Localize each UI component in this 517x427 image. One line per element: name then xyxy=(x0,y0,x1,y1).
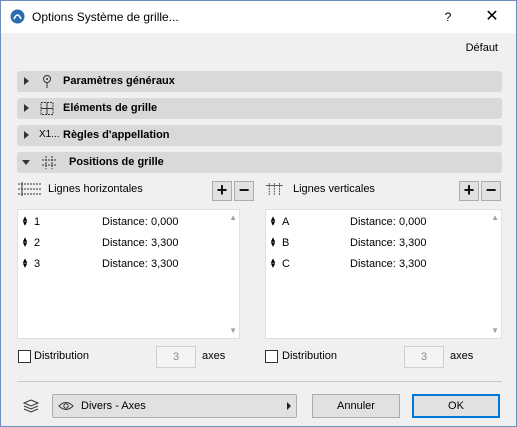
layer-dropdown-value: Divers - Axes xyxy=(81,400,146,412)
section-label: Eléments de grille xyxy=(63,102,158,114)
distance-label: Distance: xyxy=(350,258,396,270)
distance-value[interactable]: 3,300 xyxy=(399,258,427,270)
section-general-parameters[interactable]: Paramètres généraux xyxy=(17,71,502,92)
add-horizontal-line-button[interactable]: + xyxy=(212,181,232,201)
ok-button[interactable]: OK xyxy=(412,394,500,418)
list-item[interactable]: ▴ ▾ A Distance: 0,000 xyxy=(266,212,473,232)
grid-element-icon xyxy=(40,102,54,115)
horizontal-lines-title: Lignes horizontales xyxy=(48,183,143,195)
horizontal-distribution-label: Distribution xyxy=(34,350,90,362)
remove-vertical-line-button[interactable]: − xyxy=(481,181,501,201)
scroll-up-icon[interactable]: ▲ xyxy=(491,213,499,222)
distance-value[interactable]: 0,000 xyxy=(151,216,179,228)
vertical-lines-list[interactable]: ▴ ▾ A Distance: 0,000 ▴ ▾ B Distance: 3,30… xyxy=(265,209,502,339)
vertical-lines-icon xyxy=(265,183,283,195)
line-name: B xyxy=(282,237,290,249)
distance-value[interactable]: 3,300 xyxy=(151,258,179,270)
pin-icon xyxy=(43,75,51,88)
options-dialog: Options Système de grille... ? ✕ Défaut … xyxy=(0,0,517,427)
distance-label: Distance: xyxy=(102,258,148,270)
layers-icon xyxy=(22,399,40,413)
reorder-handle-icon[interactable]: ▴ ▾ xyxy=(21,214,29,228)
add-vertical-line-button[interactable]: + xyxy=(459,181,479,201)
line-name: A xyxy=(282,216,290,228)
reorder-handle-icon[interactable]: ▴ ▾ xyxy=(21,235,29,249)
scroll-down-icon[interactable]: ▼ xyxy=(229,326,237,335)
horizontal-lines-list[interactable]: ▴ ▾ 1 Distance: 0,000 ▴ ▾ 2 Distance: 3,30… xyxy=(17,209,240,339)
vertical-axes-label: axes xyxy=(450,350,474,362)
footer-divider xyxy=(17,381,502,382)
distance-value[interactable]: 3,300 xyxy=(151,237,179,249)
expand-arrow-icon xyxy=(24,77,29,85)
title-bar: Options Système de grille... ? ✕ xyxy=(1,1,516,33)
grid-positions-icon xyxy=(42,156,56,169)
line-name: 1 xyxy=(34,216,41,228)
section-naming-rules[interactable]: X1... Règles d'appellation xyxy=(17,125,502,146)
section-label: Positions de grille xyxy=(69,156,164,168)
line-name: C xyxy=(282,258,290,270)
help-button[interactable]: ? xyxy=(433,5,463,29)
section-label: Paramètres généraux xyxy=(63,75,175,87)
horizontal-axes-label: axes xyxy=(202,350,226,362)
cancel-button[interactable]: Annuler xyxy=(312,394,400,418)
section-label: Règles d'appellation xyxy=(63,129,170,141)
distance-label: Distance: xyxy=(102,216,148,228)
scroll-down-icon[interactable]: ▼ xyxy=(491,326,499,335)
line-name: 3 xyxy=(34,258,41,270)
distance-value[interactable]: 0,000 xyxy=(399,216,427,228)
remove-horizontal-line-button[interactable]: − xyxy=(234,181,254,201)
close-button[interactable]: ✕ xyxy=(477,5,507,29)
reorder-handle-icon[interactable]: ▴ ▾ xyxy=(269,256,277,270)
reorder-handle-icon[interactable]: ▴ ▾ xyxy=(21,256,29,270)
horizontal-distribution-checkbox[interactable] xyxy=(18,350,31,363)
line-name: 2 xyxy=(34,237,41,249)
horizontal-lines-header: Lignes horizontales xyxy=(17,181,217,199)
scroll-up-icon[interactable]: ▲ xyxy=(229,213,237,222)
eye-icon xyxy=(58,402,74,410)
vertical-lines-title: Lignes verticales xyxy=(293,183,375,195)
list-item[interactable]: ▴ ▾ B Distance: 3,300 xyxy=(266,233,473,253)
section-grid-elements[interactable]: Eléments de grille xyxy=(17,98,502,119)
distance-label: Distance: xyxy=(350,237,396,249)
vertical-axes-count-field[interactable]: 3 xyxy=(404,346,444,368)
reorder-handle-icon[interactable]: ▴ ▾ xyxy=(269,214,277,228)
distance-label: Distance: xyxy=(350,216,396,228)
reorder-handle-icon[interactable]: ▴ ▾ xyxy=(269,235,277,249)
section-grid-positions[interactable]: Positions de grille xyxy=(17,152,502,173)
list-item[interactable]: ▴ ▾ 1 Distance: 0,000 xyxy=(18,212,225,232)
window-title: Options Système de grille... xyxy=(32,10,179,24)
layer-dropdown[interactable]: Divers - Axes xyxy=(52,394,297,418)
vertical-distribution-label: Distribution xyxy=(282,350,338,362)
dialog-body: Défaut Paramètres généraux Eléments de g… xyxy=(1,33,516,426)
expand-arrow-icon xyxy=(24,131,29,139)
horizontal-lines-icon xyxy=(18,182,42,196)
expand-arrow-icon xyxy=(24,104,29,112)
archicad-app-icon xyxy=(10,9,25,24)
list-item[interactable]: ▴ ▾ 2 Distance: 3,300 xyxy=(18,233,225,253)
vertical-lines-header: Lignes verticales xyxy=(265,181,465,199)
distance-value[interactable]: 3,300 xyxy=(399,237,427,249)
distance-label: Distance: xyxy=(102,237,148,249)
collapse-arrow-icon xyxy=(22,160,30,165)
list-item[interactable]: ▴ ▾ 3 Distance: 3,300 xyxy=(18,254,225,274)
list-item[interactable]: ▴ ▾ C Distance: 3,300 xyxy=(266,254,473,274)
dropdown-arrow-icon xyxy=(287,402,291,410)
naming-rule-icon: X1... xyxy=(39,129,60,140)
horizontal-axes-count-field[interactable]: 3 xyxy=(156,346,196,368)
vertical-distribution-checkbox[interactable] xyxy=(265,350,278,363)
default-link[interactable]: Défaut xyxy=(466,42,498,54)
